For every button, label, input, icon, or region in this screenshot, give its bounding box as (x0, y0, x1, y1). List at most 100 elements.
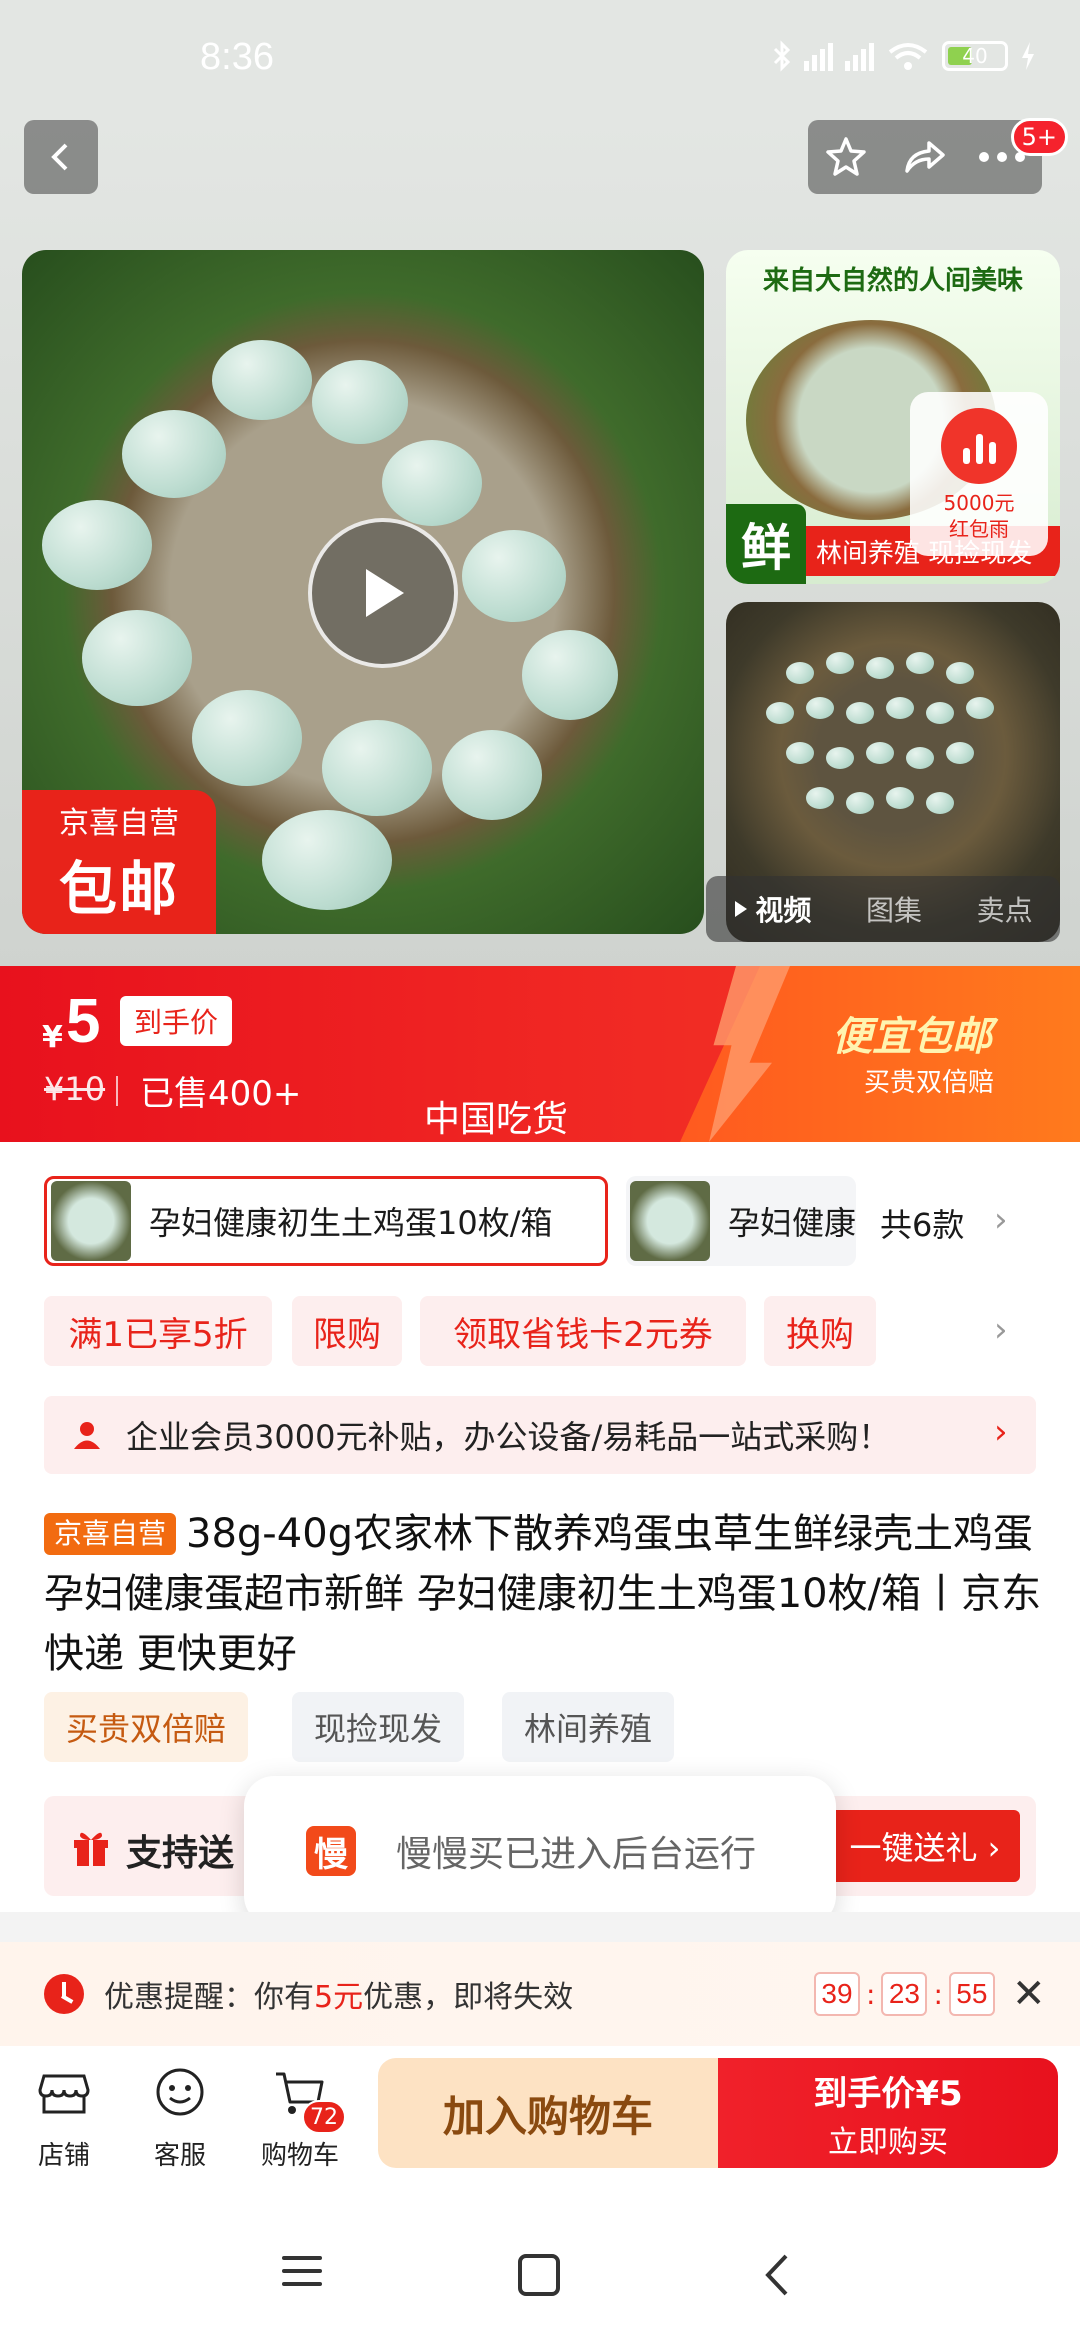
cart-count-badge: 72 (302, 2100, 346, 2134)
sku-option-selected[interactable]: 孕妇健康初生土鸡蛋10枚/箱 (44, 1176, 608, 1266)
coupon-saver-card[interactable]: 领取省钱卡2元券 (420, 1296, 746, 1366)
customer-service-button[interactable]: 客服 (130, 2064, 230, 2172)
back-nav-icon[interactable] (762, 2250, 792, 2300)
egg-illustration (312, 360, 408, 444)
battery-level: 40 (962, 44, 988, 68)
sku-count[interactable]: 共6款 (880, 1200, 964, 1246)
favorite-star-icon[interactable] (822, 133, 870, 181)
egg-illustration (906, 652, 934, 674)
egg-illustration (806, 697, 834, 719)
countdown-timer: 39 : 23 : 55 (814, 1972, 995, 2016)
share-icon[interactable] (899, 133, 947, 181)
final-price-tag: 到手价 (120, 996, 233, 1046)
egg-illustration (82, 610, 192, 706)
egg-illustration (122, 410, 226, 498)
egg-illustration (442, 730, 542, 820)
promo-title: 便宜包邮 (832, 1014, 992, 1060)
gift-icon (74, 1832, 108, 1866)
service-tag[interactable]: 现捡现发 (292, 1692, 465, 1762)
tab-video[interactable]: 视频 (733, 889, 811, 929)
original-price: ¥10 (44, 1070, 106, 1108)
egg-illustration (212, 340, 312, 420)
egg-illustration (926, 702, 954, 724)
main-product-image[interactable]: 京喜自营 包邮 (22, 250, 704, 934)
price-value: 5 (66, 987, 101, 1056)
egg-illustration (826, 747, 854, 769)
chevron-left-icon (51, 143, 68, 171)
sku-option[interactable]: 孕妇健康 (626, 1176, 856, 1266)
media-tabs: 视频 图集 卖点 (706, 876, 1060, 942)
enterprise-member-bar[interactable]: 企业会员3000元补贴，办公设备/易耗品一站式采购！ › (44, 1396, 1036, 1474)
background-run-toast: 慢 慢慢买已进入后台运行 (244, 1776, 836, 1926)
buy-now-label: 立即购买 (828, 2124, 948, 2160)
service-tag[interactable]: 买贵双倍赔 (44, 1692, 249, 1762)
egg-illustration (766, 702, 794, 724)
send-gift-button[interactable]: 一键送礼 › (830, 1810, 1020, 1882)
egg-illustration (906, 747, 934, 769)
reminder-prefix: 优惠提醒：你有 (104, 1980, 314, 2015)
chevron-right-icon[interactable]: › (994, 1310, 1008, 1350)
fresh-label: 鲜 (726, 504, 806, 584)
manmanmai-logo-icon: 慢 (306, 1826, 356, 1876)
tab-video-label: 视频 (755, 894, 812, 927)
recent-apps-icon[interactable] (282, 2256, 322, 2286)
product-title: 京喜自营 38g-40g农家林下散养鸡蛋虫草生鲜绿壳土鸡蛋孕妇健康蛋超市新鲜 孕妇… (44, 1504, 1044, 1684)
egg-illustration (462, 530, 566, 622)
cart-label: 购物车 (260, 2141, 339, 2171)
close-reminder-icon[interactable]: ✕ (1012, 1972, 1046, 2016)
egg-illustration (806, 787, 834, 809)
price-divider (116, 1076, 118, 1106)
buy-now-button[interactable]: 到手价¥5 立即购买 (718, 2058, 1058, 2168)
egg-illustration (42, 500, 152, 590)
egg-illustration (866, 742, 894, 764)
egg-illustration (846, 702, 874, 724)
coupon-trade-in[interactable]: 换购 (764, 1296, 876, 1366)
egg-illustration (886, 787, 914, 809)
tab-selling-points[interactable]: 卖点 (977, 889, 1033, 929)
countdown-hours: 39 (814, 1972, 860, 2016)
coupon-limit[interactable]: 限购 (292, 1296, 402, 1366)
price-currency: ¥ (42, 1020, 63, 1055)
back-button[interactable] (24, 120, 98, 194)
top-actions (808, 120, 1042, 194)
jx-freeship-badge: 京喜自营 包邮 (22, 790, 216, 934)
sku-label: 孕妇健康初生土鸡蛋10枚/箱 (149, 1204, 553, 1242)
egg-illustration (322, 720, 432, 816)
egg-illustration (886, 697, 914, 719)
smile-chat-icon (156, 2068, 204, 2116)
chart-bars-icon (941, 408, 1017, 484)
home-icon[interactable] (518, 2254, 560, 2296)
reminder-suffix: 优惠，即将失效 (363, 1980, 574, 2015)
toast-message: 慢慢买已进入后台运行 (396, 1834, 757, 1875)
promo-subtitle: 买贵双倍赔 (864, 1068, 995, 1098)
chevron-right-icon: › (994, 1412, 1008, 1452)
egg-illustration (866, 657, 894, 679)
watermark-text: 中国吃货 (424, 1099, 569, 1140)
redpack-amount: 5000元 (943, 491, 1015, 515)
badge-line-1: 京喜自营 (59, 806, 179, 841)
chevron-right-icon[interactable]: › (994, 1200, 1008, 1240)
service-label: 客服 (153, 2141, 206, 2171)
charging-icon (1022, 42, 1034, 70)
gift-text: 支持送 (126, 1833, 235, 1874)
egg-illustration (192, 690, 302, 786)
shop-label: 店铺 (37, 2141, 90, 2171)
egg-illustration (786, 742, 814, 764)
tab-gallery[interactable]: 图集 (866, 889, 922, 929)
person-icon (74, 1422, 100, 1449)
notification-badge: 5+ (1010, 118, 1068, 156)
colon: : (866, 1977, 876, 2011)
signal-icon-2 (845, 41, 874, 71)
jx-self-operated-tag: 京喜自营 (44, 1513, 177, 1555)
redpack-label: 红包雨 (949, 517, 1009, 541)
red-packet-rain-widget[interactable]: 5000元 红包雨 (910, 392, 1048, 556)
shop-button[interactable]: 店铺 (14, 2064, 114, 2172)
egg-illustration (382, 440, 482, 526)
battery-icon: 40 (942, 41, 1008, 71)
egg-illustration (926, 792, 954, 814)
add-to-cart-button[interactable]: 加入购物车 (378, 2058, 718, 2168)
coupon-discount[interactable]: 满1已享5折 (44, 1296, 272, 1366)
egg-illustration (946, 742, 974, 764)
service-tag[interactable]: 林间养殖 (502, 1692, 675, 1762)
play-video-button[interactable] (308, 518, 458, 668)
